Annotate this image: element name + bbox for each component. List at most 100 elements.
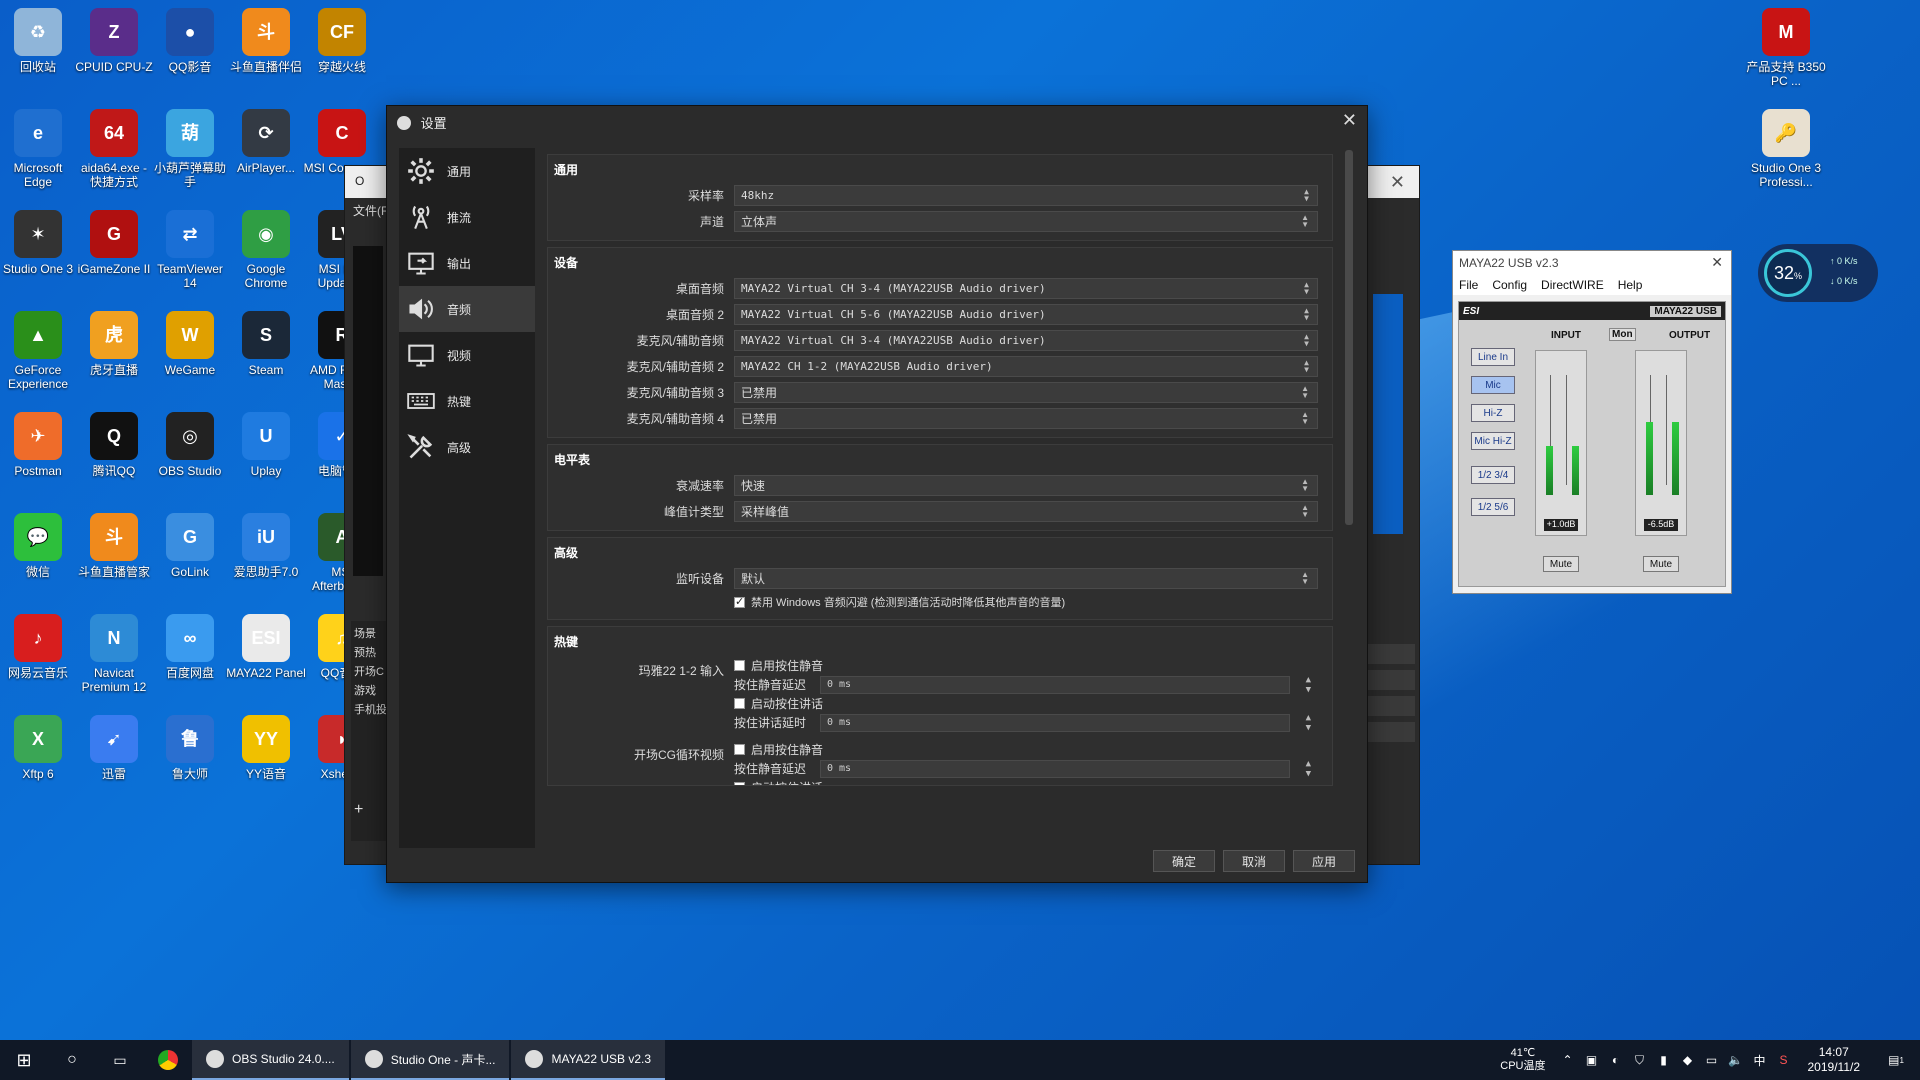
cancel-button[interactable]: 取消 (1223, 850, 1285, 872)
start-button[interactable]: ⊞ (0, 1040, 48, 1080)
device-select[interactable]: MAYA22 Virtual CH 3-4 (MAYA22USB Audio d… (734, 277, 1318, 299)
desktop-icon[interactable]: U Uplay (226, 410, 306, 478)
microphone-icon[interactable]: ▮ (1656, 1052, 1672, 1068)
scene-item[interactable]: 开场C (354, 663, 388, 682)
desktop-icon[interactable]: 64 aida64.exe - 快捷方式 (74, 107, 154, 189)
desktop-icon[interactable]: N Navicat Premium 12 (74, 612, 154, 694)
search-icon[interactable]: ○ (48, 1040, 96, 1080)
mon-toggle[interactable]: Mon (1609, 328, 1636, 341)
desktop-icon[interactable]: iU 爱思助手7.0 (226, 511, 306, 579)
shield-icon[interactable]: ⛉ (1632, 1052, 1648, 1068)
input-source-button[interactable]: Hi-Z (1471, 404, 1515, 422)
desktop-icon[interactable]: 虎虎牙直播 (74, 309, 154, 377)
push-to-talk-checkbox[interactable] (734, 782, 745, 785)
spin-arrows-icon[interactable]: ▲ ▼ (1306, 759, 1311, 779)
task-view-icon[interactable]: ▭ (96, 1040, 144, 1080)
desktop-icon[interactable]: 葫小葫芦弹幕助手 (150, 107, 230, 189)
desktop-icon[interactable]: M 产品支持 B350 PC ... (1746, 6, 1826, 88)
desktop-icon[interactable]: S Steam (226, 309, 306, 377)
desktop-icon[interactable]: ♻ 回收站 (0, 6, 78, 74)
sample-rate-select[interactable]: 48khz ▲ ▼ (734, 184, 1318, 206)
spin-arrows-icon[interactable]: ▲ ▼ (1306, 713, 1311, 733)
taskbar-task[interactable]: OBS Studio 24.0.... (192, 1040, 349, 1080)
desktop-icon[interactable]: ✈ Postman (0, 410, 78, 478)
desktop-icon[interactable]: X Xftp 6 (0, 713, 78, 781)
desktop-icon[interactable]: 斗斗鱼直播伴侣 (226, 6, 306, 74)
push-to-talk-checkbox[interactable] (734, 698, 745, 709)
device-select[interactable]: MAYA22 Virtual CH 3-4 (MAYA22USB Audio d… (734, 329, 1318, 351)
desktop-icon[interactable]: ⟳ AirPlayer... (226, 107, 306, 175)
spin-arrows-icon[interactable]: ▲ ▼ (1306, 675, 1311, 695)
volume-icon[interactable]: 🔈 (1728, 1052, 1744, 1068)
device-select[interactable]: MAYA22 CH 1-2 (MAYA22USB Audio driver) ▲ ▼ (734, 355, 1318, 377)
device-select[interactable]: MAYA22 Virtual CH 5-6 (MAYA22USB Audio d… (734, 303, 1318, 325)
nav-item-gear[interactable]: 通用 (399, 148, 535, 194)
output-mute-button[interactable]: Mute (1643, 556, 1679, 572)
menu-file[interactable]: 文件(F (353, 204, 388, 218)
peak-meter-type-select[interactable]: 采样峰值 ▲ ▼ (734, 500, 1318, 522)
input-source-button[interactable]: 1/2 3/4 (1471, 466, 1515, 484)
settings-scrollbar[interactable] (1345, 150, 1353, 525)
desktop-icon[interactable]: G GoLink (150, 511, 230, 579)
desktop-icon[interactable]: Q 腾讯QQ (74, 410, 154, 478)
desktop-icon[interactable]: ♪ 网易云音乐 (0, 612, 78, 680)
push-to-mute-delay-input[interactable]: 0 ms ▲ ▼ (820, 675, 1311, 695)
maya22-menu-item[interactable]: Help (1618, 278, 1643, 292)
desktop-icon[interactable]: Z CPUID CPU-Z (74, 6, 154, 74)
nav-item-tools[interactable]: 高级 (399, 424, 535, 470)
desktop-icon[interactable]: W WeGame (150, 309, 230, 377)
close-icon[interactable]: ✕ (1390, 172, 1405, 193)
scene-item[interactable]: 游戏 (354, 682, 388, 701)
input-source-button[interactable]: Mic Hi-Z (1471, 432, 1515, 450)
channels-select[interactable]: 立体声 ▲ ▼ (734, 210, 1318, 232)
ok-button[interactable]: 确定 (1153, 850, 1215, 872)
desktop-icon[interactable]: 斗斗鱼直播管家 (74, 511, 154, 579)
desktop-icon[interactable]: ⇄ TeamViewer 14 (150, 208, 230, 290)
input-source-button[interactable]: Line In (1471, 348, 1515, 366)
push-to-mute-delay-input[interactable]: 0 ms ▲ ▼ (820, 759, 1311, 779)
chevron-up-icon[interactable]: ⌃ (1560, 1052, 1576, 1068)
nav-item-monitor-output[interactable]: 输出 (399, 240, 535, 286)
scene-item[interactable]: 手机投 (354, 701, 388, 720)
ducking-checkbox[interactable] (734, 595, 745, 608)
chrome-icon[interactable] (144, 1040, 192, 1080)
nav-item-keyboard[interactable]: 热键 (399, 378, 535, 424)
scene-item[interactable]: 预热 (354, 644, 388, 663)
network-speed-widget[interactable]: 32% ↑ 0 K/s ↓ 0 K/s (1758, 244, 1878, 302)
maya22-menu-item[interactable]: Config (1492, 278, 1527, 292)
desktop-icon[interactable]: GiGameZone II (74, 208, 154, 276)
maya22-menu-item[interactable]: DirectWIRE (1541, 278, 1604, 292)
desktop-icon[interactable]: ◎ OBS Studio (150, 410, 230, 478)
network-icon[interactable]: ▭ (1704, 1052, 1720, 1068)
nav-item-display[interactable]: 视频 (399, 332, 535, 378)
device-select[interactable]: 已禁用 ▲ ▼ (734, 407, 1318, 429)
desktop-icon[interactable]: 💬 微信 (0, 511, 78, 579)
nav-item-antenna[interactable]: 推流 (399, 194, 535, 240)
tray-app-icon[interactable]: ▣ (1584, 1052, 1600, 1068)
input-mute-button[interactable]: Mute (1543, 556, 1579, 572)
wechat-tray-icon[interactable]: ◐ (1608, 1052, 1624, 1068)
desktop-icon[interactable]: CF 穿越火线 (302, 6, 382, 74)
desktop-icon[interactable]: ✶ Studio One 3 (0, 208, 78, 276)
decay-rate-select[interactable]: 快速 ▲ ▼ (734, 474, 1318, 496)
add-scene-icon[interactable]: + (354, 800, 388, 819)
input-source-button[interactable]: Mic (1471, 376, 1515, 394)
desktop-icon[interactable]: ESI MAYA22 Panel (226, 612, 306, 680)
apply-button[interactable]: 应用 (1293, 850, 1355, 872)
desktop-icon[interactable]: ● QQ影音 (150, 6, 230, 74)
ime-indicator[interactable]: 中 (1752, 1052, 1768, 1068)
nav-item-speaker[interactable]: 音频 (399, 286, 535, 332)
desktop-icon[interactable]: 鲁鲁大师 (150, 713, 230, 781)
taskbar-task[interactable]: Studio One - 声卡... (350, 1040, 510, 1080)
notification-icon[interactable]: ▤ 1 (1876, 1052, 1916, 1068)
desktop-icon[interactable]: ∞ 百度网盘 (150, 612, 230, 680)
push-to-mute-checkbox[interactable] (734, 660, 745, 671)
desktop-icon[interactable]: e Microsoft Edge (0, 107, 78, 189)
monitoring-device-select[interactable]: 默认 ▲ ▼ (734, 567, 1318, 589)
maya22-menu-item[interactable]: File (1459, 278, 1478, 292)
clock[interactable]: 14:07 2019/11/2 (1796, 1045, 1873, 1075)
desktop-icon[interactable]: 🔑 Studio One 3 Professi... (1746, 107, 1826, 189)
push-to-mute-checkbox[interactable] (734, 744, 745, 755)
taskbar-task[interactable]: MAYA22 USB v2.3 (511, 1040, 666, 1080)
sogou-icon[interactable]: S (1776, 1052, 1792, 1068)
